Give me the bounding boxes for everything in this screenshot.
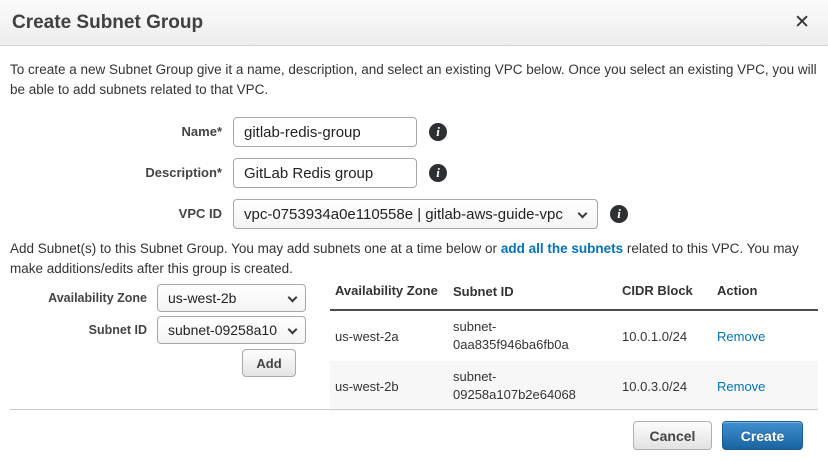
availability-zone-selected-value: us-west-2b [168,290,236,306]
header-cidr-block: CIDR Block [622,283,713,301]
cell-action: Remove [713,329,818,344]
subnets-table-header: Availability Zone Subnet ID CIDR Block A… [330,283,818,311]
cell-availability-zone: us-west-2b [330,379,453,394]
cell-cidr-block: 10.0.3.0/24 [622,379,713,394]
header-subnet-id: Subnet ID [453,283,622,301]
subnets-table: Availability Zone Subnet ID CIDR Block A… [330,283,818,411]
dialog-header: Create Subnet Group ✕ [0,0,828,46]
subnet-id-label: Subnet ID [0,316,147,344]
remove-link[interactable]: Remove [717,379,765,394]
intro-text: To create a new Subnet Group give it a n… [10,60,820,100]
add-subnets-text-before: Add Subnet(s) to this Subnet Group. You … [10,241,501,256]
close-icon[interactable]: ✕ [790,0,814,46]
name-input[interactable] [233,117,417,147]
table-row: us-west-2a subnet-0aa835f946ba6fb0a 10.0… [330,311,818,361]
remove-link[interactable]: Remove [717,329,765,344]
availability-zone-select[interactable]: us-west-2b [157,284,306,312]
vpc-id-label: VPC ID [0,199,222,229]
header-availability-zone: Availability Zone [330,283,453,301]
vpc-id-select[interactable]: vpc-0753934a0e110558e | gitlab-aws-guide… [233,199,598,229]
create-button[interactable]: Create [722,421,803,450]
info-icon[interactable]: i [429,123,447,141]
cell-action: Remove [713,379,818,394]
add-button[interactable]: Add [242,349,296,377]
name-field-row: Name* i [0,117,828,147]
description-input[interactable] [233,158,417,188]
add-subnets-text: Add Subnet(s) to this Subnet Group. You … [10,239,820,279]
dialog-title: Create Subnet Group [12,0,203,46]
availability-zone-label: Availability Zone [0,284,147,312]
cancel-button[interactable]: Cancel [633,421,712,450]
header-action: Action [713,283,818,301]
description-label: Description* [0,158,222,188]
vpc-field-row: VPC ID vpc-0753934a0e110558e | gitlab-aw… [0,199,828,229]
subnet-id-selected-value: subnet-09258a10 [168,322,277,338]
table-row: us-west-2b subnet-09258a107b2e64068 10.0… [330,361,818,411]
name-label: Name* [0,117,222,147]
cell-availability-zone: us-west-2a [330,329,453,344]
subnet-id-select[interactable]: subnet-09258a10 [157,316,306,344]
vpc-id-selected-value: vpc-0753934a0e110558e | gitlab-aws-guide… [244,206,563,223]
info-icon[interactable]: i [429,164,447,182]
description-field-row: Description* i [0,158,828,188]
chevron-down-icon [288,293,298,303]
add-all-subnets-link[interactable]: add all the subnets [501,241,623,256]
cell-subnet-id: subnet-0aa835f946ba6fb0a [453,318,622,354]
create-subnet-group-dialog: Create Subnet Group ✕ To create a new Su… [0,0,828,462]
cell-subnet-id: subnet-09258a107b2e64068 [453,368,622,404]
chevron-down-icon [288,325,298,335]
chevron-down-icon [578,209,588,219]
footer-divider [10,409,818,410]
cell-cidr-block: 10.0.1.0/24 [622,329,713,344]
info-icon[interactable]: i [610,205,628,223]
